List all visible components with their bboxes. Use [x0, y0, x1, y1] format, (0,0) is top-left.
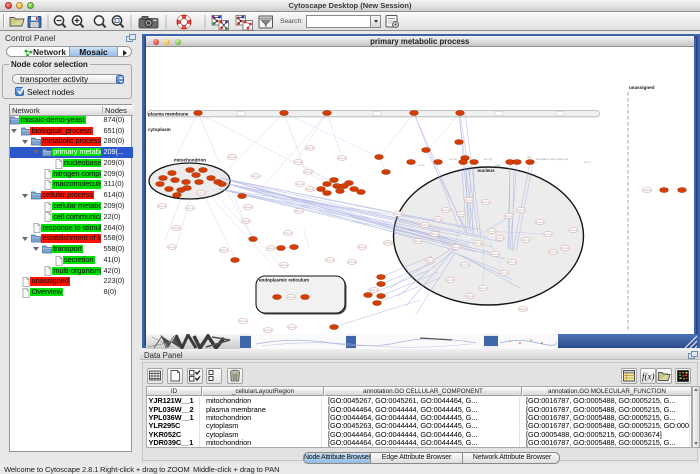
svg-text:f(x): f(x) [642, 372, 655, 382]
svg-text:(xxv-x): (xxv-x) [306, 146, 314, 150]
svg-text:(xxv-x): (xxv-x) [561, 246, 569, 250]
svg-text:(xxv-x): (xxv-x) [168, 245, 176, 249]
svg-text:(xxv-x): (xxv-x) [306, 187, 314, 191]
svg-text:plasma membrane: plasma membrane [148, 112, 189, 117]
svg-text:cytoplasm: cytoplasm [148, 127, 171, 132]
svg-text:(xxv-x): (xxv-x) [338, 156, 346, 160]
svg-text:nucleus: nucleus [477, 168, 495, 173]
svg-text:(xxv-x): (xxv-x) [465, 198, 473, 202]
svg-text:(xxv-x): (xxv-x) [284, 231, 292, 235]
svg-text:(xxv-x): (xxv-x) [288, 325, 296, 329]
svg-text:(xxv-x): (xxv-x) [239, 319, 247, 323]
svg-text:(xxv-x): (xxv-x) [431, 232, 439, 236]
svg-text:(xxv-x): (xxv-x) [287, 295, 295, 299]
svg-text:(xxv-x): (xxv-x) [280, 263, 288, 267]
svg-text:(xxv-x): (xxv-x) [549, 250, 557, 254]
svg-text:xgn: xgn [527, 155, 532, 159]
svg-text:(xxv-x): (xxv-x) [461, 263, 469, 267]
svg-text:(xxv-x): (xxv-x) [474, 241, 482, 245]
svg-text:(xxv-x): (xxv-x) [370, 288, 378, 292]
svg-text:(xxv-x): (xxv-x) [294, 160, 302, 164]
svg-text:(xxv-x): (xxv-x) [505, 214, 513, 218]
svg-text:annotation.GO-xx(ann-xx): annotation.GO-xx(ann-xx) [536, 157, 568, 161]
svg-text:(xxv-x): (xxv-x) [488, 229, 496, 233]
svg-text:(xxv-x): (xxv-x) [414, 239, 422, 243]
svg-text:(xxv-x): (xxv-x) [252, 174, 260, 178]
svg-text:(xxv-x): (xxv-x) [326, 258, 334, 262]
svg-text:endoplasmic reticulum: endoplasmic reticulum [259, 278, 309, 283]
svg-text:(xxv-x): (xxv-x) [304, 170, 312, 174]
svg-text:(xxv-x): (xxv-x) [267, 246, 275, 250]
svg-text:(xxv-x): (xxv-x) [172, 226, 180, 230]
svg-text:(xxv-x): (xxv-x) [536, 220, 544, 224]
svg-text:(xxv-x): (xxv-x) [643, 188, 651, 192]
svg-text:(xxv-x): (xxv-x) [482, 200, 490, 204]
svg-text:(xxv-x): (xxv-x) [348, 260, 356, 264]
svg-text:mitochondrion: mitochondrion [174, 158, 206, 163]
svg-text:(xxv-x): (xxv-x) [244, 205, 252, 209]
svg-text:(xxv-x): (xxv-x) [186, 206, 194, 210]
svg-text:(xxv-x): (xxv-x) [479, 286, 487, 290]
svg-text:(xxv-x): (xxv-x) [228, 155, 236, 159]
svg-text:(xxv-x): (xxv-x) [491, 252, 499, 256]
svg-text:(xxv-x): (xxv-x) [442, 208, 450, 212]
svg-text:(xxv-x): (xxv-x) [522, 238, 530, 242]
svg-text:(xxv-x): (xxv-x) [500, 271, 508, 275]
svg-text:(xx-xx): (xx-xx) [449, 157, 457, 161]
svg-text:(xxv-x): (xxv-x) [296, 182, 304, 186]
svg-text:xx-xx: xx-xx [418, 163, 425, 167]
svg-text:(xxv-x): (xxv-x) [508, 260, 516, 264]
svg-text:ann gc: ann gc [484, 157, 493, 161]
svg-text:unassigned: unassigned [629, 85, 655, 90]
svg-text:(xx-x): (xx-x) [584, 160, 591, 164]
svg-text:(xxv-x): (xxv-x) [452, 245, 460, 249]
svg-text:(xxv-x): (xxv-x) [394, 212, 402, 216]
svg-text:(xxv-x): (xxv-x) [569, 228, 577, 232]
svg-text:(xxv-x): (xxv-x) [264, 328, 272, 332]
svg-text:(xxv-x): (xxv-x) [242, 219, 250, 223]
svg-text:(xxv-x): (xxv-x) [426, 258, 434, 262]
svg-text:xxnn: xxnn [495, 163, 501, 167]
svg-text:(xxv-x): (xxv-x) [220, 248, 228, 252]
svg-text:(xxv-x): (xxv-x) [466, 294, 474, 298]
svg-text:(xxv-x): (xxv-x) [384, 241, 392, 245]
svg-text:(xxv-x): (xxv-x) [358, 245, 366, 249]
svg-text:(xxv-x): (xxv-x) [457, 212, 465, 216]
svg-text:(xxv-x): (xxv-x) [496, 236, 504, 240]
svg-text:(xxv-x): (xxv-x) [434, 217, 442, 221]
svg-text:(xxv-x): (xxv-x) [544, 232, 552, 236]
svg-text:(xxv-x): (xxv-x) [519, 307, 527, 311]
svg-text:(xxv-x): (xxv-x) [517, 208, 525, 212]
svg-text:(xxv-x): (xxv-x) [446, 278, 454, 282]
svg-text:(xxv-x): (xxv-x) [197, 191, 205, 195]
svg-text:(xxv-x): (xxv-x) [158, 204, 166, 208]
svg-text:(xxv-x): (xxv-x) [421, 223, 429, 227]
svg-text:(xxv-x): (xxv-x) [295, 209, 303, 213]
